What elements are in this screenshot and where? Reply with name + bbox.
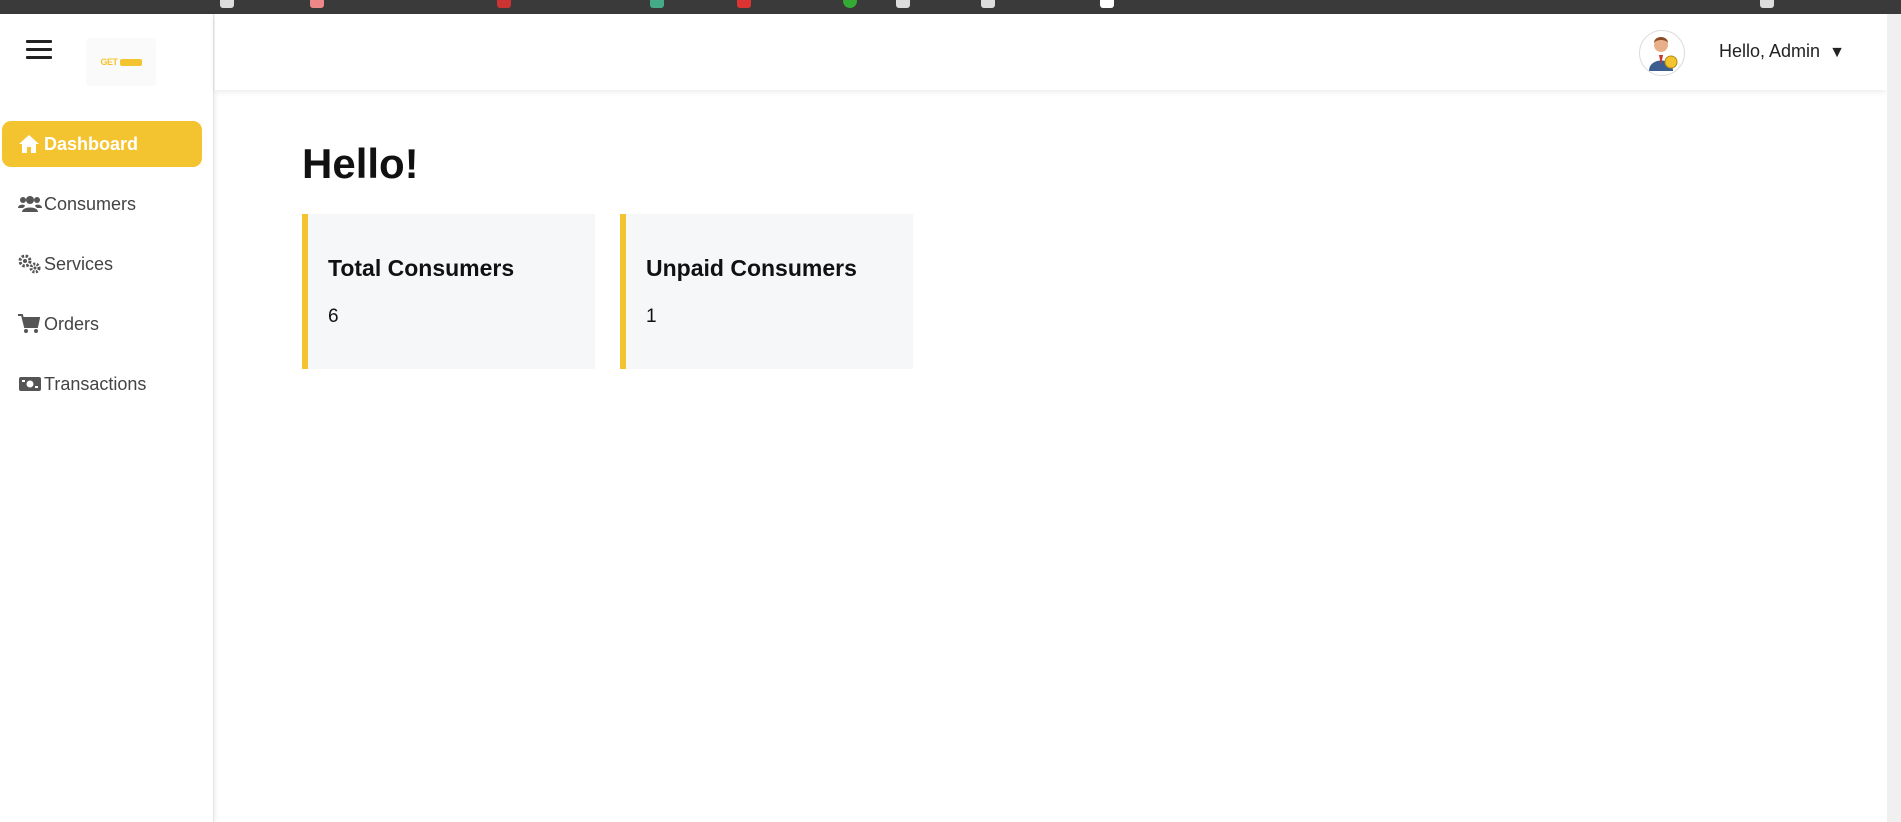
- caret-down-icon: ▼: [1829, 44, 1845, 61]
- sidebar-item-orders[interactable]: Orders: [2, 301, 202, 347]
- user-greeting: Hello, Admin: [1719, 41, 1821, 61]
- card-value: 1: [646, 306, 657, 327]
- user-avatar-icon[interactable]: [1639, 30, 1685, 76]
- card-title: Total Consumers: [328, 255, 515, 281]
- sidebar-item-services[interactable]: Services: [2, 241, 202, 287]
- sidebar-item-label: Dashboard: [44, 133, 139, 154]
- stat-card-total-consumers: Total Consumers 6: [302, 214, 595, 369]
- bookmark-favicon[interactable]: [310, 0, 324, 8]
- bookmark-favicon[interactable]: [1760, 0, 1774, 8]
- home-icon: [18, 134, 42, 154]
- bookmark-favicon[interactable]: [843, 0, 857, 8]
- user-menu-dropdown[interactable]: Hello, Admin ▼: [1719, 41, 1845, 62]
- cart-icon: [18, 314, 42, 334]
- page-title: Hello!: [302, 140, 419, 187]
- browser-bookmarks-bar: [0, 0, 1901, 14]
- bookmark-favicon[interactable]: [737, 0, 751, 8]
- sidebar-item-label: Orders: [44, 313, 100, 334]
- sidebar-item-consumers[interactable]: Consumers: [2, 181, 202, 227]
- hamburger-menu-icon[interactable]: [26, 40, 52, 64]
- window-edge: [1887, 14, 1901, 822]
- stat-card-unpaid-consumers: Unpaid Consumers 1: [620, 214, 913, 369]
- sidebar-nav: Dashboard Consumers Services Orders Tran…: [2, 121, 202, 421]
- card-value: 6: [328, 306, 339, 327]
- bookmark-favicon[interactable]: [896, 0, 910, 8]
- sidebar-item-label: Services: [44, 253, 114, 274]
- sidebar-item-label: Transactions: [44, 373, 147, 394]
- main-content: Hello! Total Consumers 6 Unpaid Consumer…: [302, 140, 913, 369]
- bookmark-favicon[interactable]: [220, 0, 234, 8]
- users-icon: [18, 194, 42, 214]
- top-header: Hello, Admin ▼: [215, 14, 1887, 90]
- sidebar-item-label: Consumers: [44, 193, 137, 214]
- brand-logo[interactable]: GET: [86, 38, 156, 86]
- bookmark-favicon[interactable]: [650, 0, 664, 8]
- sidebar: GET Dashboard Consumers Services Orders …: [0, 14, 214, 822]
- gears-icon: [18, 254, 42, 274]
- card-title: Unpaid Consumers: [646, 255, 857, 281]
- bookmark-favicon[interactable]: [497, 0, 511, 8]
- sidebar-item-dashboard[interactable]: Dashboard: [2, 121, 202, 167]
- bookmark-favicon[interactable]: [981, 0, 995, 8]
- bookmark-favicon[interactable]: [1100, 0, 1114, 8]
- money-bill-icon: [18, 374, 42, 394]
- sidebar-item-transactions[interactable]: Transactions: [2, 361, 202, 407]
